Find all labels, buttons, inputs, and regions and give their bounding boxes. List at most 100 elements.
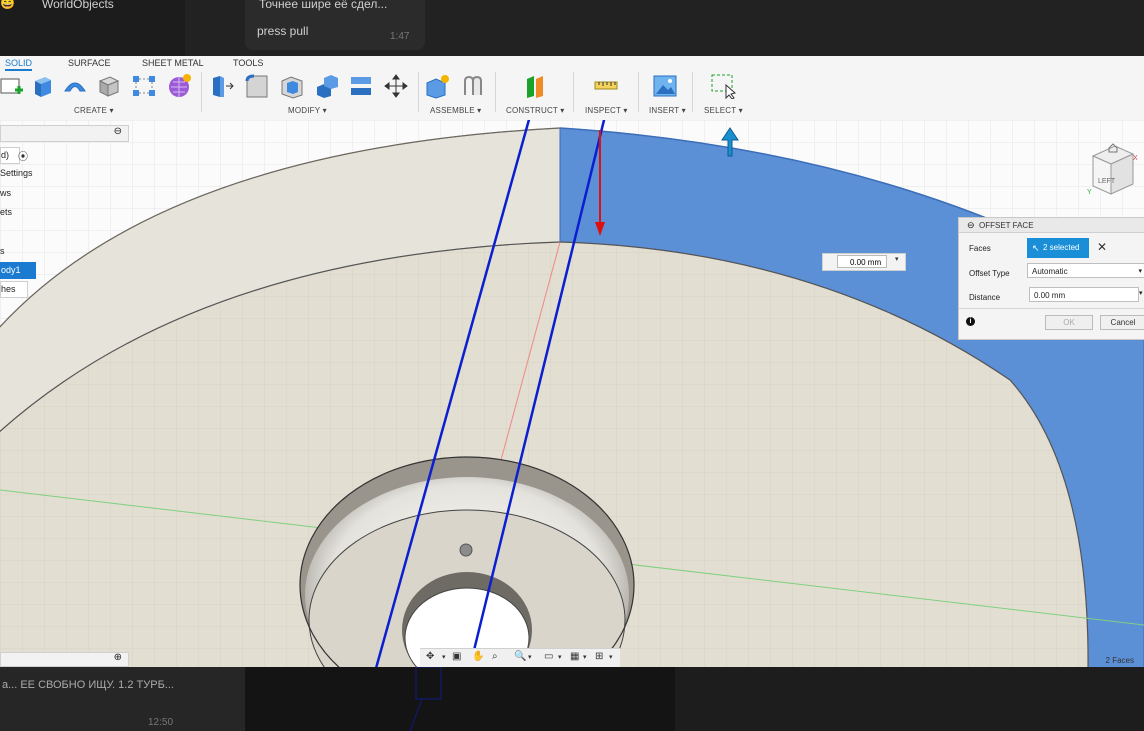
distance-label: Distance bbox=[969, 293, 1001, 302]
browser-item-bodies[interactable]: s bbox=[0, 244, 9, 259]
chat-time: 1:47 bbox=[390, 31, 410, 42]
dropdown-arrow-icon[interactable]: ▾ bbox=[895, 255, 899, 263]
inspect-menu[interactable]: INSPECT ▾ bbox=[585, 106, 628, 115]
dialog-title: OFFSET FACE bbox=[979, 221, 1034, 230]
chat-message-text-2: press pull bbox=[257, 24, 309, 38]
orbit-icon[interactable]: ✥ bbox=[426, 651, 434, 662]
toolbar-ribbon: SOLID SURFACE SHEET METAL TOOLS CREATE ▾ bbox=[0, 56, 1144, 121]
cancel-button[interactable]: Cancel bbox=[1100, 315, 1144, 330]
browser-item-sketches[interactable]: hes bbox=[0, 281, 28, 298]
fit-icon[interactable]: 🔍 bbox=[514, 651, 526, 662]
chat-time-bottom: 12:50 bbox=[148, 717, 174, 728]
grid-icon[interactable]: ▦ bbox=[570, 651, 579, 662]
group-divider bbox=[638, 72, 639, 112]
zoom-icon[interactable]: ⌕ bbox=[492, 651, 498, 662]
shell-icon[interactable] bbox=[279, 73, 305, 99]
chat-name: WorldObjects bbox=[42, 0, 114, 11]
browser-item-sets[interactable]: ets bbox=[0, 205, 16, 220]
browser-item[interactable]: d) bbox=[0, 147, 20, 164]
chat-preview-text: а... ЕЕ СВОБНО ИЩУ. 1.2 ТУРБ... bbox=[2, 679, 174, 691]
browser-item-views[interactable]: ws bbox=[0, 186, 15, 201]
faces-selected-text: 2 selected bbox=[1043, 243, 1080, 252]
model-canvas[interactable] bbox=[0, 120, 1144, 667]
inline-distance-box: 0.00 mm ▾ bbox=[822, 253, 906, 271]
inline-distance-input[interactable]: 0.00 mm bbox=[837, 255, 887, 268]
fillet-icon[interactable] bbox=[244, 73, 270, 99]
radio-icon[interactable]: ⦿ bbox=[18, 148, 28, 163]
move-icon[interactable] bbox=[383, 73, 409, 99]
joint-icon[interactable] bbox=[460, 73, 486, 99]
browser-panel-header[interactable]: ⊖ bbox=[0, 125, 129, 142]
viewcube-face-label: LEFT bbox=[1098, 178, 1116, 185]
modify-menu[interactable]: MODIFY ▾ bbox=[288, 106, 327, 115]
select-icon[interactable] bbox=[711, 73, 737, 99]
select-menu[interactable]: SELECT ▾ bbox=[704, 106, 743, 115]
origin-icon bbox=[459, 543, 473, 557]
offset-plane-icon[interactable] bbox=[523, 73, 549, 99]
navigation-bar: ✥ ▾ ▣ ✋ ⌕ 🔍 ▾ ▭ ▾ ▦ ▾ ⊞ ▾ bbox=[420, 648, 620, 667]
offset-type-select[interactable]: Automatic ▾ bbox=[1027, 263, 1144, 278]
chat-sidebar-bottom: а... ЕЕ СВОБНО ИЩУ. 1.2 ТУРБ... 12:50 bbox=[0, 667, 245, 731]
assemble-menu[interactable]: ASSEMBLE ▾ bbox=[430, 106, 481, 115]
cursor-icon: ↖ bbox=[1032, 243, 1040, 253]
comments-expand-icon[interactable]: ⊕ bbox=[114, 652, 122, 663]
group-divider bbox=[418, 72, 419, 112]
create-menu[interactable]: CREATE ▾ bbox=[74, 106, 114, 115]
chat-message-text: Точнее шире её сдел... bbox=[259, 0, 388, 11]
fusion-app-window: SOLID SURFACE SHEET METAL TOOLS CREATE ▾ bbox=[0, 56, 1144, 667]
grid-chevron-icon[interactable]: ▾ bbox=[583, 653, 587, 661]
orbit-chevron-icon[interactable]: ▾ bbox=[442, 653, 446, 661]
display-chevron-icon[interactable]: ▾ bbox=[558, 653, 562, 661]
faces-label: Faces bbox=[969, 244, 991, 253]
tab-tools[interactable]: TOOLS bbox=[233, 57, 263, 69]
distance-input[interactable]: 0.00 mm bbox=[1029, 287, 1139, 302]
insert-image-icon[interactable] bbox=[652, 73, 678, 99]
viewports-icon[interactable]: ⊞ bbox=[595, 651, 603, 662]
pattern-icon[interactable] bbox=[131, 73, 157, 99]
distance-chevron-icon[interactable]: ▾ bbox=[1139, 289, 1143, 297]
pan-icon[interactable]: ✋ bbox=[472, 651, 484, 662]
new-sketch-icon[interactable] bbox=[0, 73, 26, 99]
dialog-collapse-icon[interactable]: ⊖ bbox=[967, 220, 975, 231]
offset-type-value: Automatic bbox=[1032, 267, 1068, 276]
offset-type-chevron-icon: ▾ bbox=[1138, 268, 1142, 275]
dialog-divider bbox=[959, 308, 1144, 309]
chat-panel-bottom bbox=[675, 667, 1144, 731]
box-icon[interactable] bbox=[96, 73, 122, 99]
browser-collapse-icon[interactable]: ⊖ bbox=[114, 126, 122, 137]
look-at-icon[interactable]: ▣ bbox=[452, 651, 461, 662]
faces-selection-button[interactable]: ↖ 2 selected bbox=[1027, 238, 1089, 258]
browser-item-settings[interactable]: Settings bbox=[0, 166, 37, 181]
offset-type-label: Offset Type bbox=[969, 269, 1010, 278]
dialog-title-bar: ⊖ OFFSET FACE bbox=[959, 218, 1144, 233]
split-body-icon[interactable] bbox=[348, 73, 374, 99]
info-icon[interactable]: i bbox=[966, 317, 975, 326]
new-component-icon[interactable] bbox=[425, 73, 451, 99]
emoji-icon: 😄 bbox=[0, 0, 15, 10]
tab-sheet-metal[interactable]: SHEET METAL bbox=[142, 57, 204, 69]
construct-menu[interactable]: CONSTRUCT ▾ bbox=[506, 106, 565, 115]
press-pull-icon[interactable] bbox=[210, 73, 236, 99]
annotation-extension bbox=[409, 667, 442, 731]
selection-count: 2 Faces bbox=[1105, 656, 1134, 665]
viewports-chevron-icon[interactable]: ▾ bbox=[609, 653, 613, 661]
clear-selection-icon[interactable]: ✕ bbox=[1097, 240, 1107, 254]
insert-menu[interactable]: INSERT ▾ bbox=[649, 106, 686, 115]
zoom-chevron-icon[interactable]: ▾ bbox=[528, 653, 532, 661]
group-divider bbox=[495, 72, 496, 112]
measure-icon[interactable] bbox=[593, 73, 619, 99]
tab-surface[interactable]: SURFACE bbox=[68, 57, 111, 69]
group-divider bbox=[201, 72, 202, 112]
ok-button[interactable]: OK bbox=[1045, 315, 1093, 330]
group-divider bbox=[692, 72, 693, 112]
extrude-icon[interactable] bbox=[29, 73, 55, 99]
comments-panel[interactable]: ⊕ bbox=[0, 652, 129, 667]
browser-item-body1[interactable]: ody1 bbox=[0, 262, 36, 279]
combine-icon[interactable] bbox=[314, 73, 340, 99]
viewcube[interactable]: LEFT Y X bbox=[1085, 140, 1141, 202]
revolve-icon[interactable] bbox=[62, 73, 88, 99]
form-icon[interactable] bbox=[166, 73, 192, 99]
display-settings-icon[interactable]: ▭ bbox=[544, 651, 553, 662]
3d-viewport[interactable]: ⊖ d) ⦿ Settings ws ets s ody1 hes ⊕ LEFT… bbox=[0, 120, 1144, 667]
tab-solid[interactable]: SOLID bbox=[5, 57, 33, 71]
